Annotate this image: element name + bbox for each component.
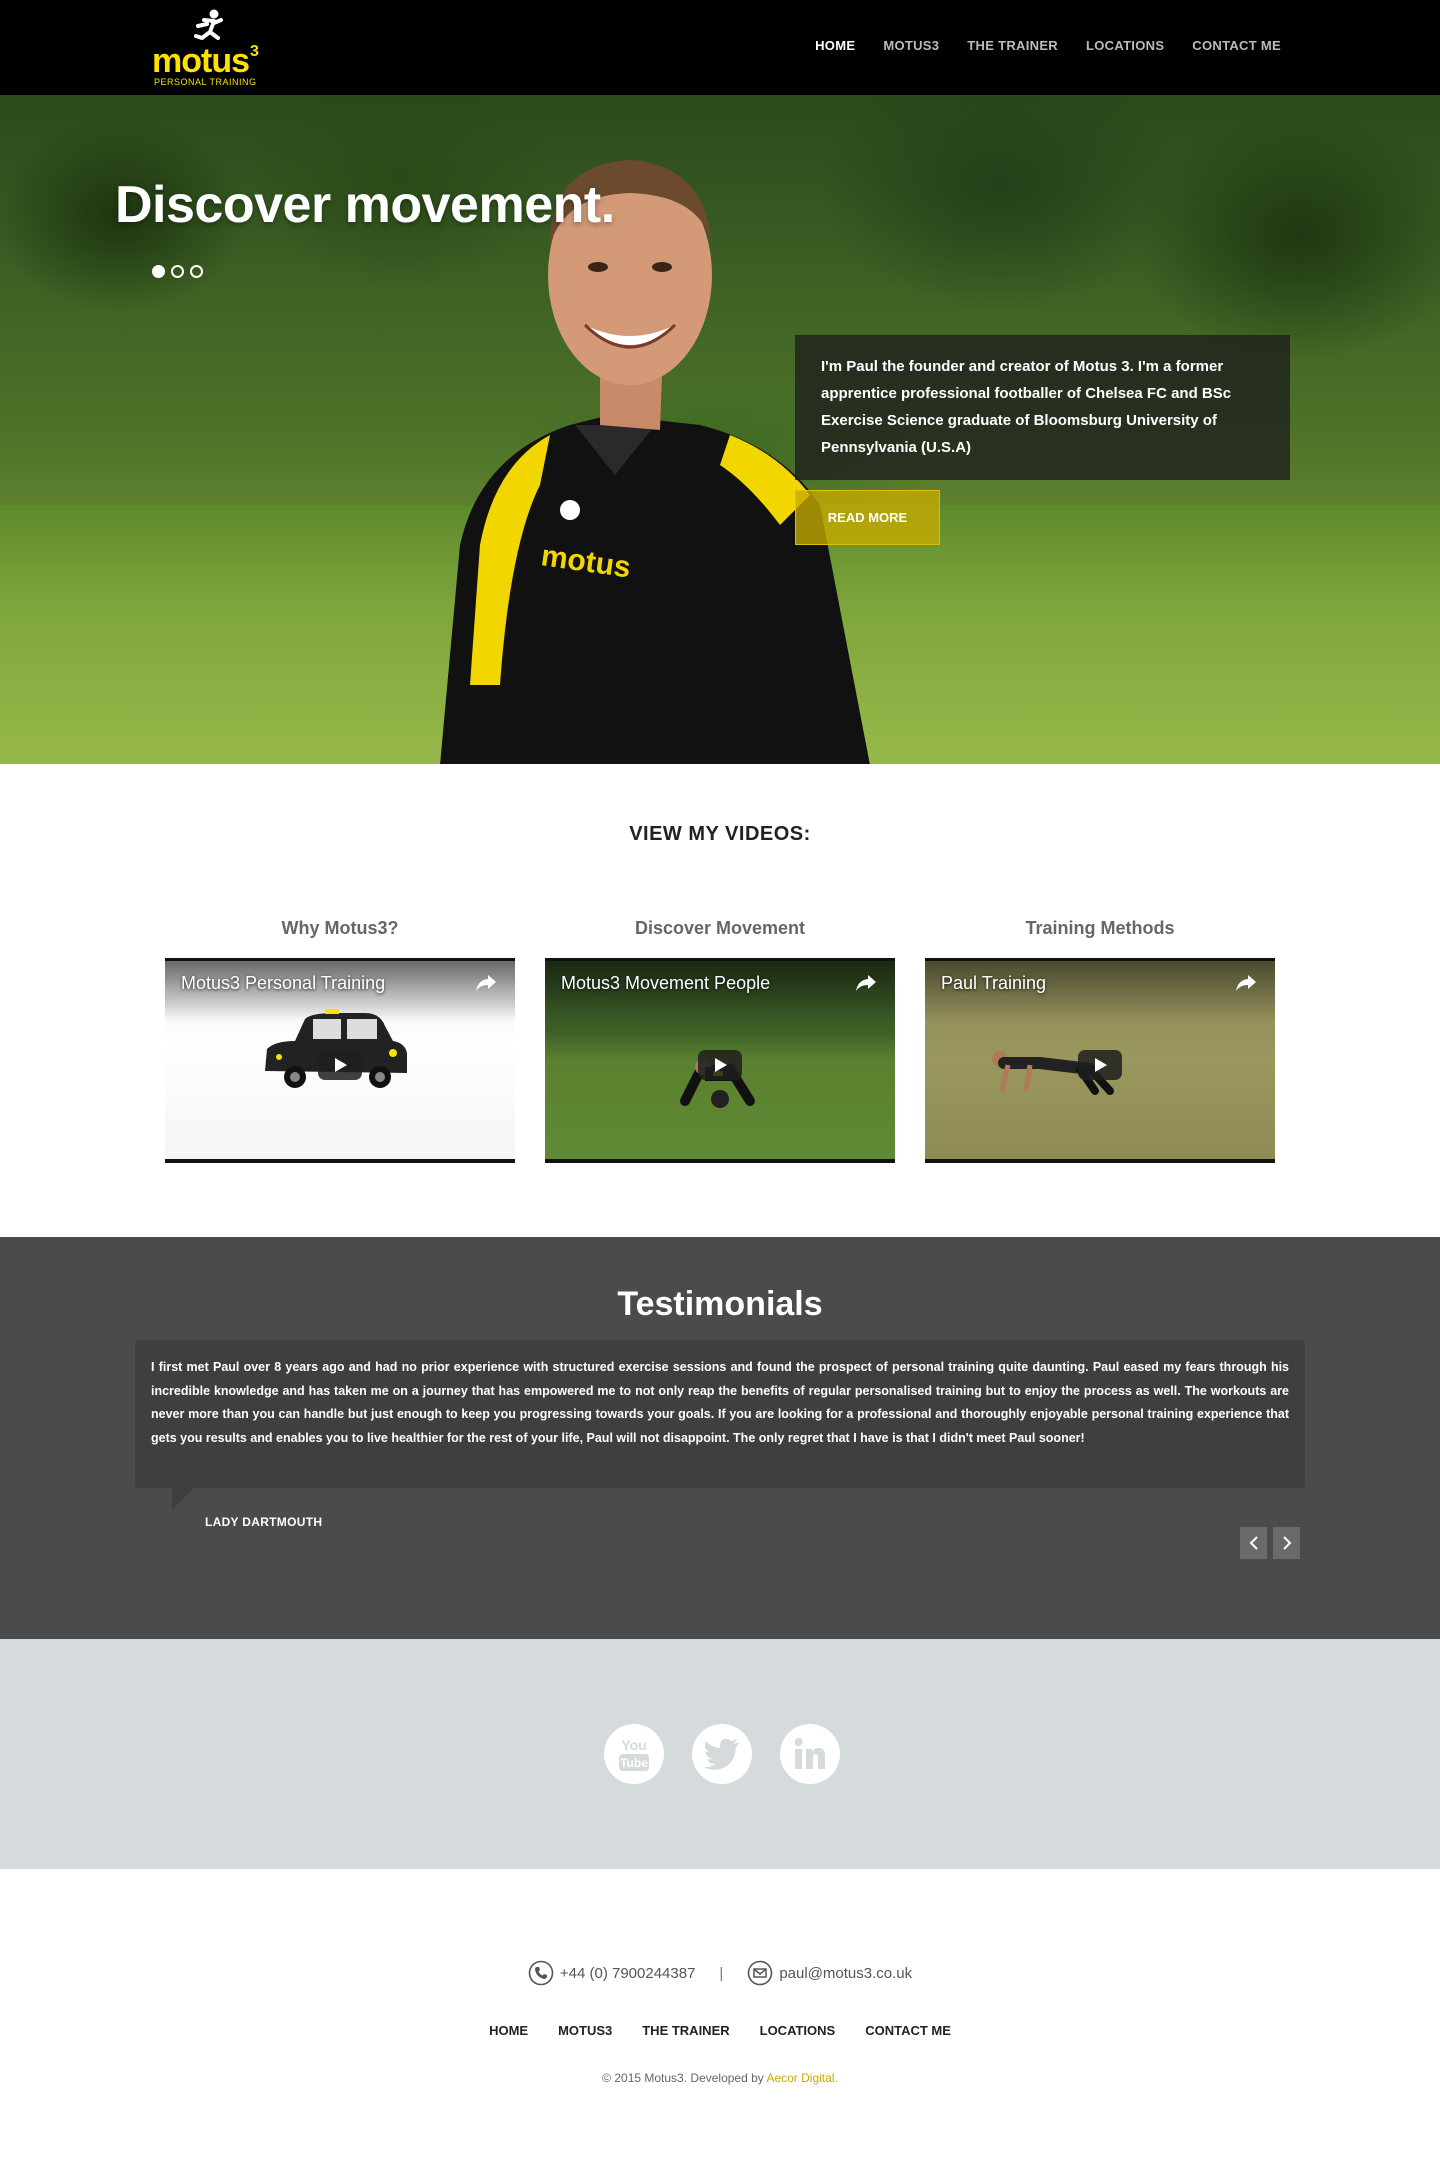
twitter-icon xyxy=(703,1738,739,1770)
svg-text:Tube: Tube xyxy=(620,1756,648,1770)
developer-link[interactable]: Aecor Digital. xyxy=(766,2071,837,2085)
contact-row: +44 (0) 7900244387 | paul@motus3.co.uk xyxy=(0,1960,1440,1986)
video-title: Why Motus3? xyxy=(281,918,399,938)
play-button[interactable] xyxy=(698,1050,742,1080)
footer-nav-contact-me[interactable]: CONTACT ME xyxy=(865,2023,951,2038)
hero-intro-bubble: I'm Paul the founder and creator of Motu… xyxy=(795,335,1290,480)
hero-title: Discover movement. xyxy=(115,176,615,234)
share-icon[interactable] xyxy=(1235,973,1257,993)
slider-dot-2[interactable] xyxy=(171,265,184,278)
slider-dot-1[interactable] xyxy=(152,265,165,278)
footer-nav-the-trainer[interactable]: THE TRAINER xyxy=(642,2023,729,2038)
phone-number: +44 (0) 7900244387 xyxy=(559,1964,696,1982)
testimonial-author: LADY DARTMOUTH xyxy=(205,1515,323,1529)
chevron-left-icon xyxy=(1249,1536,1258,1550)
nav-locations[interactable]: LOCATIONS xyxy=(1086,38,1164,53)
footer-nav-locations[interactable]: LOCATIONS xyxy=(760,2023,836,2038)
twitter-link[interactable] xyxy=(692,1724,752,1784)
videos-heading: VIEW MY VIDEOS: xyxy=(629,823,811,845)
video-player[interactable]: Motus3 Movement People xyxy=(545,958,895,1163)
phone-icon xyxy=(528,1960,554,1986)
testimonial-quote-box: I first met Paul over 8 years ago and ha… xyxy=(135,1340,1305,1488)
footer-nav-motus3[interactable]: MOTUS3 xyxy=(558,2023,612,2038)
social-icons: You Tube xyxy=(604,1724,840,1784)
testimonial-quote: I first met Paul over 8 years ago and ha… xyxy=(151,1360,1289,1445)
video-card-discover-movement: Discover Movement Motus3 Movement People xyxy=(545,918,895,1163)
footer-nav-home[interactable]: HOME xyxy=(489,2023,528,2038)
email-contact[interactable]: paul@motus3.co.uk xyxy=(747,1960,912,1986)
phone-contact[interactable]: +44 (0) 7900244387 xyxy=(528,1960,696,1986)
nav-contact-me[interactable]: CONTACT ME xyxy=(1192,38,1281,53)
video-title: Discover Movement xyxy=(634,918,806,938)
slider-pagination xyxy=(152,265,203,278)
youtube-link[interactable]: You Tube xyxy=(604,1724,664,1784)
share-icon[interactable] xyxy=(475,973,497,993)
email-icon xyxy=(748,1960,773,1986)
read-more-button[interactable]: READ MORE xyxy=(795,490,940,545)
video-player[interactable]: Paul Training xyxy=(925,958,1275,1163)
testimonials-heading: Testimonials xyxy=(617,1285,823,1323)
copyright-text: © 2015 Motus3. Developed by xyxy=(602,2071,767,2085)
top-navbar: motus3 PERSONAL TRAINING HOME MOTUS3 THE… xyxy=(0,0,1440,95)
footer-menu: HOME MOTUS3 THE TRAINER LOCATIONS CONTAC… xyxy=(0,2023,1440,2038)
contact-separator: | xyxy=(719,1964,724,1982)
copyright: © 2015 Motus3. Developed by Aecor Digita… xyxy=(0,2071,1440,2085)
quote-tail xyxy=(172,1488,194,1510)
video-overlay-title: Motus3 Personal Training xyxy=(181,973,386,993)
video-player[interactable]: Motus3 Personal Training xyxy=(165,958,515,1163)
play-button[interactable] xyxy=(1078,1050,1122,1080)
logo-wordmark: motus3 xyxy=(152,42,259,80)
logo[interactable]: motus3 PERSONAL TRAINING xyxy=(152,8,282,88)
logo-subtitle: PERSONAL TRAINING xyxy=(154,77,257,87)
video-overlay-title: Paul Training xyxy=(941,973,1047,993)
video-title: Training Methods xyxy=(1025,918,1175,938)
testimonials-section: Testimonials I first met Paul over 8 yea… xyxy=(0,1237,1440,1639)
hero-slider: motus Discover movement. I'm Paul the fo… xyxy=(0,95,1440,764)
slider-dot-3[interactable] xyxy=(190,265,203,278)
youtube-icon: You Tube xyxy=(619,1737,649,1771)
nav-the-trainer[interactable]: THE TRAINER xyxy=(967,38,1058,53)
play-button[interactable] xyxy=(318,1050,362,1080)
nav-home[interactable]: HOME xyxy=(815,38,855,53)
nav-motus3[interactable]: MOTUS3 xyxy=(883,38,939,53)
social-section: You Tube xyxy=(0,1639,1440,1869)
share-icon[interactable] xyxy=(855,973,877,993)
linkedin-link[interactable] xyxy=(780,1724,840,1784)
linkedin-icon xyxy=(794,1738,825,1769)
video-card-why-motus3: Why Motus3? Motus3 Personal Training xyxy=(165,918,515,1163)
chevron-right-icon xyxy=(1282,1536,1291,1550)
main-menu: HOME MOTUS3 THE TRAINER LOCATIONS CONTAC… xyxy=(815,38,1281,53)
video-card-training-methods: Training Methods Paul Training xyxy=(925,918,1275,1163)
email-address: paul@motus3.co.uk xyxy=(779,1964,913,1982)
testimonial-next-button[interactable] xyxy=(1273,1527,1300,1559)
svg-text:You: You xyxy=(621,1737,646,1753)
testimonial-prev-button[interactable] xyxy=(1240,1527,1267,1559)
video-overlay-title: Motus3 Movement People xyxy=(561,973,771,993)
hero-intro-text: I'm Paul the founder and creator of Motu… xyxy=(821,358,1232,456)
